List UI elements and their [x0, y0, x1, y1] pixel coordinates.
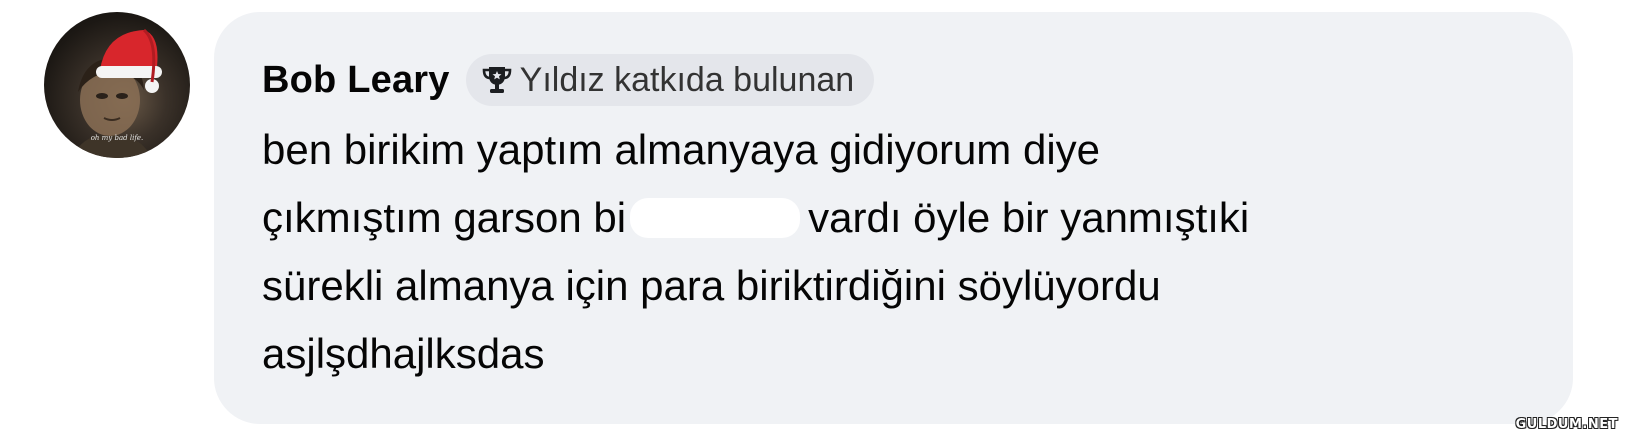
comment-line: çıkmıştım garson bi vardı öyle bir yanmış… [262, 184, 1552, 252]
watermark: GULDUM.NET [1515, 417, 1618, 432]
avatar-caption: oh my bad life. [90, 134, 144, 142]
comment-bubble: Bob Leary Yıldız katkıda bulunan ben bir… [214, 12, 1573, 424]
badge-label: Yıldız katkıda bulunan [519, 60, 855, 99]
comment-line-segment: çıkmıştım garson bi [262, 194, 627, 241]
author-name[interactable]: Bob Leary [262, 59, 450, 102]
redaction-box [630, 198, 801, 238]
comment-line: sürekli almanya için para biriktirdiğini… [262, 262, 1161, 309]
comment-line: asjlşdhajlksdas [262, 330, 545, 377]
trophy-icon [480, 63, 514, 97]
comment-line: ben birikim yaptım almanyaya gidiyorum d… [262, 126, 1101, 173]
avatar[interactable]: oh my bad life. [44, 12, 190, 158]
comment-screenshot: oh my bad life. Bob Leary Yıldız katkıda… [0, 0, 1632, 438]
top-fan-badge[interactable]: Yıldız katkıda bulunan [465, 54, 875, 106]
comment-text: ben birikim yaptım almanyaya gidiyorum d… [262, 116, 1552, 388]
comment-line-segment: vardı öyle bir yanmıştıki [808, 194, 1250, 241]
comment-header: Bob Leary Yıldız katkıda bulunan [262, 50, 875, 110]
